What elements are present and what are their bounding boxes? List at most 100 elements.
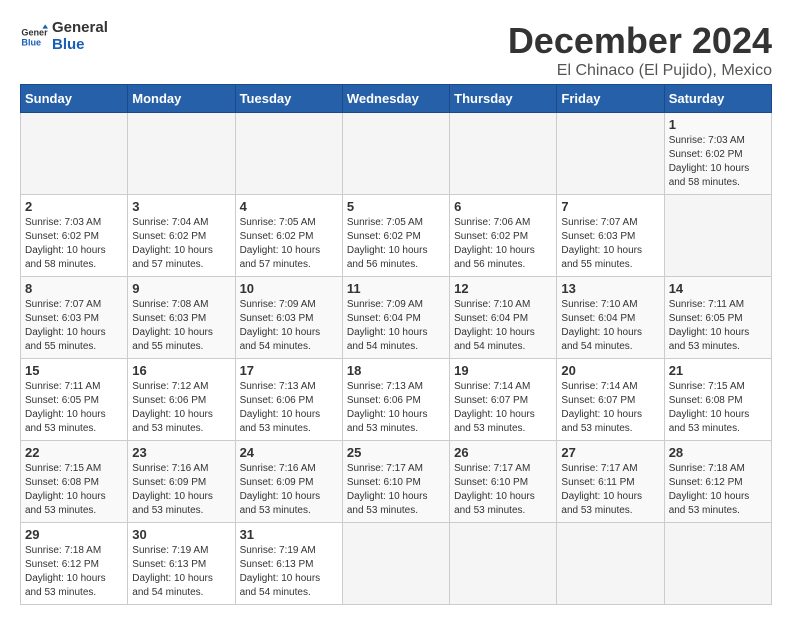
logo-icon: General Blue xyxy=(20,23,48,51)
day-number: 22 xyxy=(25,445,123,460)
calendar-table: SundayMondayTuesdayWednesdayThursdayFrid… xyxy=(20,84,772,605)
calendar-cell: 13 Sunrise: 7:10 AM Sunset: 6:04 PM Dayli… xyxy=(557,277,664,359)
day-number: 28 xyxy=(669,445,767,460)
day-number: 25 xyxy=(347,445,445,460)
month-title: December 2024 xyxy=(508,20,772,62)
calendar-cell: 2 Sunrise: 7:03 AM Sunset: 6:02 PM Daylig… xyxy=(21,195,128,277)
day-info: Sunrise: 7:16 AM Sunset: 6:09 PM Dayligh… xyxy=(240,462,338,518)
day-number: 11 xyxy=(347,281,445,296)
day-number: 16 xyxy=(132,363,230,378)
calendar-cell xyxy=(557,113,664,195)
day-number: 27 xyxy=(561,445,659,460)
day-info: Sunrise: 7:17 AM Sunset: 6:10 PM Dayligh… xyxy=(454,462,552,518)
day-number: 6 xyxy=(454,199,552,214)
day-number: 31 xyxy=(240,527,338,542)
day-info: Sunrise: 7:13 AM Sunset: 6:06 PM Dayligh… xyxy=(240,380,338,436)
day-info: Sunrise: 7:03 AM Sunset: 6:02 PM Dayligh… xyxy=(25,216,123,272)
calendar-cell: 18Sunrise: 7:13 AM Sunset: 6:06 PM Dayli… xyxy=(342,359,449,441)
day-info: Sunrise: 7:13 AM Sunset: 6:06 PM Dayligh… xyxy=(347,380,445,436)
calendar-cell xyxy=(450,113,557,195)
calendar-cell: 17 Sunrise: 7:13 AM Sunset: 6:06 PM Dayli… xyxy=(235,359,342,441)
day-number: 1 xyxy=(669,117,767,132)
day-info: Sunrise: 7:17 AM Sunset: 6:11 PM Dayligh… xyxy=(561,462,659,518)
calendar-cell: 15 Sunrise: 7:11 AM Sunset: 6:05 PM Dayli… xyxy=(21,359,128,441)
weekday-header-saturday: Saturday xyxy=(664,85,771,113)
calendar-cell xyxy=(664,195,771,277)
calendar-cell: 31Sunrise: 7:19 AM Sunset: 6:13 PM Dayli… xyxy=(235,523,342,605)
day-number: 21 xyxy=(669,363,767,378)
calendar-cell: 14Sunrise: 7:11 AM Sunset: 6:05 PM Dayli… xyxy=(664,277,771,359)
day-number: 17 xyxy=(240,363,338,378)
day-info: Sunrise: 7:14 AM Sunset: 6:07 PM Dayligh… xyxy=(561,380,659,436)
week-row-6: 29 Sunrise: 7:18 AM Sunset: 6:12 PM Dayli… xyxy=(21,523,772,605)
weekday-header-row: SundayMondayTuesdayWednesdayThursdayFrid… xyxy=(21,85,772,113)
day-number: 10 xyxy=(240,281,338,296)
calendar-cell: 8Sunrise: 7:07 AM Sunset: 6:03 PM Daylig… xyxy=(21,277,128,359)
page-container: General Blue General Blue December 2024 … xyxy=(20,20,772,605)
day-info: Sunrise: 7:18 AM Sunset: 6:12 PM Dayligh… xyxy=(25,544,123,600)
calendar-cell: 21 Sunrise: 7:15 AM Sunset: 6:08 PM Dayli… xyxy=(664,359,771,441)
day-number: 26 xyxy=(454,445,552,460)
day-info: Sunrise: 7:05 AM Sunset: 6:02 PM Dayligh… xyxy=(240,216,338,272)
day-info: Sunrise: 7:15 AM Sunset: 6:08 PM Dayligh… xyxy=(669,380,767,436)
weekday-header-wednesday: Wednesday xyxy=(342,85,449,113)
calendar-cell: 19Sunrise: 7:14 AM Sunset: 6:07 PM Dayli… xyxy=(450,359,557,441)
calendar-cell: 28Sunrise: 7:18 AM Sunset: 6:12 PM Dayli… xyxy=(664,441,771,523)
day-number: 3 xyxy=(132,199,230,214)
day-number: 7 xyxy=(561,199,659,214)
calendar-cell: 25Sunrise: 7:17 AM Sunset: 6:10 PM Dayli… xyxy=(342,441,449,523)
calendar-cell xyxy=(557,523,664,605)
calendar-cell: 6 Sunrise: 7:06 AM Sunset: 6:02 PM Daylig… xyxy=(450,195,557,277)
day-info: Sunrise: 7:16 AM Sunset: 6:09 PM Dayligh… xyxy=(132,462,230,518)
day-info: Sunrise: 7:05 AM Sunset: 6:02 PM Dayligh… xyxy=(347,216,445,272)
calendar-cell xyxy=(342,523,449,605)
day-info: Sunrise: 7:19 AM Sunset: 6:13 PM Dayligh… xyxy=(132,544,230,600)
week-row-4: 15 Sunrise: 7:11 AM Sunset: 6:05 PM Dayli… xyxy=(21,359,772,441)
logo-area: General Blue General Blue xyxy=(20,20,108,53)
day-info: Sunrise: 7:12 AM Sunset: 6:06 PM Dayligh… xyxy=(132,380,230,436)
day-info: Sunrise: 7:09 AM Sunset: 6:03 PM Dayligh… xyxy=(240,298,338,354)
day-number: 9 xyxy=(132,281,230,296)
calendar-cell xyxy=(21,113,128,195)
day-info: Sunrise: 7:11 AM Sunset: 6:05 PM Dayligh… xyxy=(25,380,123,436)
day-number: 15 xyxy=(25,363,123,378)
day-info: Sunrise: 7:07 AM Sunset: 6:03 PM Dayligh… xyxy=(25,298,123,354)
week-row-1: 1 Sunrise: 7:03 AM Sunset: 6:02 PM Daylig… xyxy=(21,113,772,195)
calendar-cell: 24 Sunrise: 7:16 AM Sunset: 6:09 PM Dayli… xyxy=(235,441,342,523)
day-number: 29 xyxy=(25,527,123,542)
calendar-cell: 7Sunrise: 7:07 AM Sunset: 6:03 PM Daylig… xyxy=(557,195,664,277)
weekday-header-thursday: Thursday xyxy=(450,85,557,113)
day-info: Sunrise: 7:14 AM Sunset: 6:07 PM Dayligh… xyxy=(454,380,552,436)
calendar-cell: 27 Sunrise: 7:17 AM Sunset: 6:11 PM Dayli… xyxy=(557,441,664,523)
day-info: Sunrise: 7:15 AM Sunset: 6:08 PM Dayligh… xyxy=(25,462,123,518)
weekday-header-monday: Monday xyxy=(128,85,235,113)
calendar-cell: 30Sunrise: 7:19 AM Sunset: 6:13 PM Dayli… xyxy=(128,523,235,605)
svg-text:Blue: Blue xyxy=(21,37,41,47)
calendar-cell xyxy=(342,113,449,195)
calendar-cell: 29 Sunrise: 7:18 AM Sunset: 6:12 PM Dayli… xyxy=(21,523,128,605)
day-number: 14 xyxy=(669,281,767,296)
calendar-cell xyxy=(450,523,557,605)
day-number: 5 xyxy=(347,199,445,214)
day-number: 13 xyxy=(561,281,659,296)
week-row-3: 8Sunrise: 7:07 AM Sunset: 6:03 PM Daylig… xyxy=(21,277,772,359)
calendar-cell xyxy=(128,113,235,195)
day-number: 12 xyxy=(454,281,552,296)
calendar-cell: 11Sunrise: 7:09 AM Sunset: 6:04 PM Dayli… xyxy=(342,277,449,359)
day-number: 2 xyxy=(25,199,123,214)
weekday-header-friday: Friday xyxy=(557,85,664,113)
day-number: 23 xyxy=(132,445,230,460)
calendar-cell: 20 Sunrise: 7:14 AM Sunset: 6:07 PM Dayli… xyxy=(557,359,664,441)
day-info: Sunrise: 7:10 AM Sunset: 6:04 PM Dayligh… xyxy=(561,298,659,354)
calendar-cell xyxy=(235,113,342,195)
calendar-cell: 12Sunrise: 7:10 AM Sunset: 6:04 PM Dayli… xyxy=(450,277,557,359)
calendar-cell xyxy=(664,523,771,605)
week-row-5: 22 Sunrise: 7:15 AM Sunset: 6:08 PM Dayli… xyxy=(21,441,772,523)
weekday-header-tuesday: Tuesday xyxy=(235,85,342,113)
day-number: 24 xyxy=(240,445,338,460)
day-number: 20 xyxy=(561,363,659,378)
day-info: Sunrise: 7:06 AM Sunset: 6:02 PM Dayligh… xyxy=(454,216,552,272)
day-info: Sunrise: 7:03 AM Sunset: 6:02 PM Dayligh… xyxy=(669,134,767,190)
calendar-cell: 5 Sunrise: 7:05 AM Sunset: 6:02 PM Daylig… xyxy=(342,195,449,277)
calendar-cell: 22 Sunrise: 7:15 AM Sunset: 6:08 PM Dayli… xyxy=(21,441,128,523)
